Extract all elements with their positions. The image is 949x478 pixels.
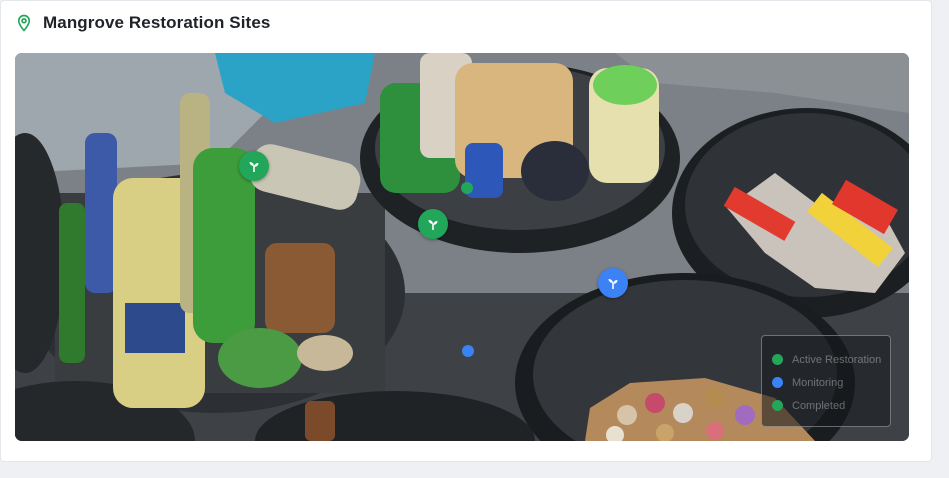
- map-legend: Active Restoration Monitoring Completed: [761, 335, 891, 427]
- legend-swatch-active: [772, 354, 783, 365]
- card-header: Mangrove Restoration Sites: [15, 11, 270, 35]
- site-dot-green[interactable]: [461, 182, 473, 194]
- legend-label: Active Restoration: [792, 353, 882, 366]
- site-marker-blue-1[interactable]: [598, 268, 628, 298]
- legend-label: Monitoring: [792, 376, 844, 389]
- site-marker-green-2[interactable]: [418, 209, 448, 239]
- site-dot-blue[interactable]: [462, 345, 474, 357]
- sprout-icon: [608, 279, 618, 289]
- legend-item: Completed: [772, 394, 880, 417]
- map-pin-icon: [17, 14, 31, 32]
- map-photo[interactable]: Active Restoration Monitoring Completed: [15, 53, 909, 441]
- sprout-icon: [249, 162, 259, 172]
- sprout-icon: [428, 220, 438, 230]
- site-marker-green-1[interactable]: [239, 151, 269, 181]
- legend-item: Monitoring: [772, 371, 880, 394]
- legend-swatch-monitoring: [772, 377, 783, 388]
- legend-item: Active Restoration: [772, 348, 882, 371]
- map-card: Mangrove Restoration Sites Active Restor…: [0, 0, 932, 462]
- legend-label: Completed: [792, 399, 846, 412]
- legend-swatch-completed: [772, 400, 783, 411]
- card-title: Mangrove Restoration Sites: [43, 13, 271, 32]
